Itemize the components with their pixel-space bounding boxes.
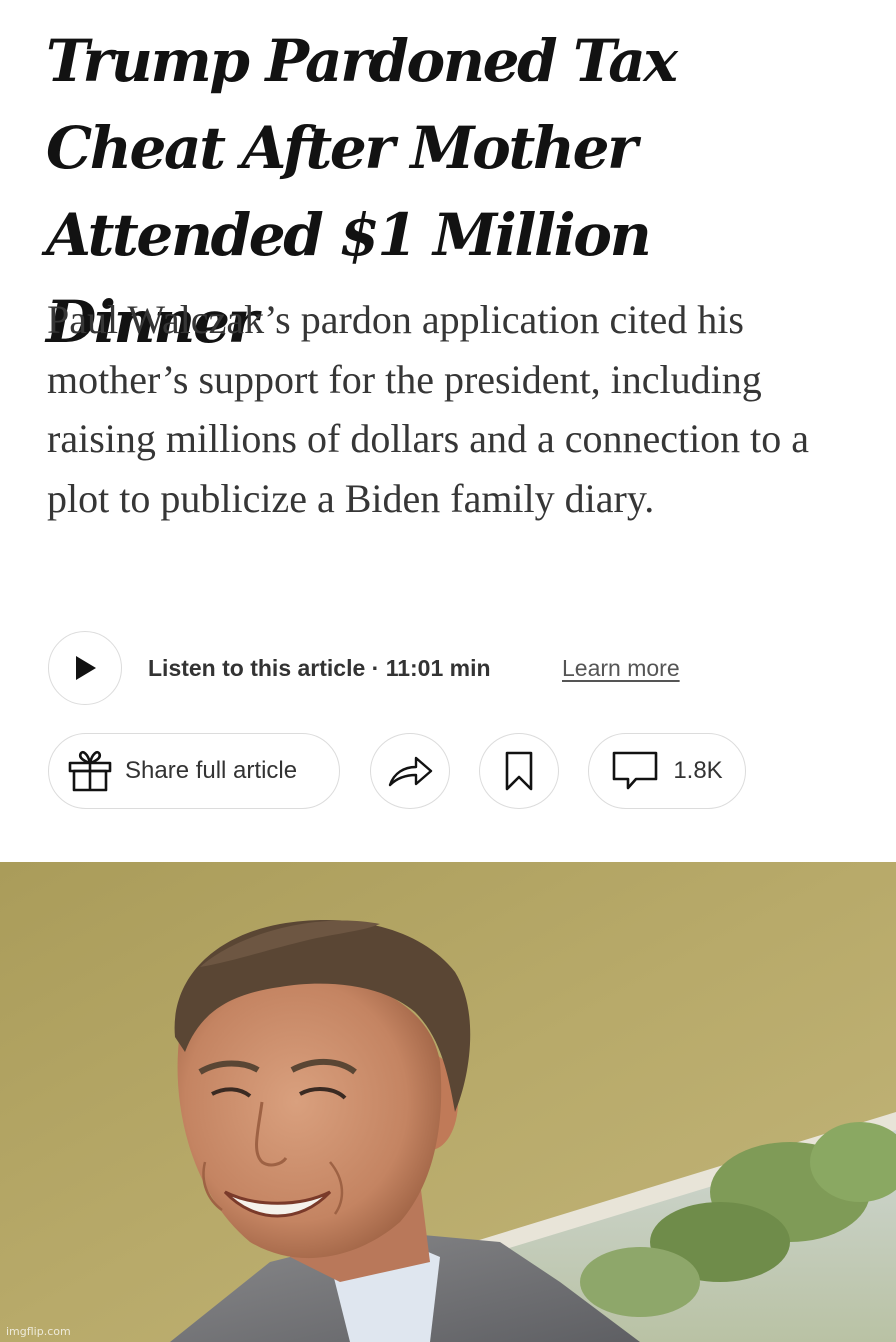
gift-icon xyxy=(68,750,112,792)
bookmark-icon xyxy=(505,751,533,791)
share-full-article-button[interactable]: Share full article xyxy=(48,733,340,809)
article-photo: imgflip.com xyxy=(0,862,896,1342)
comment-icon xyxy=(613,751,658,790)
comments-button[interactable]: 1.8K xyxy=(588,733,746,809)
listen-label: Listen to this article · 11:01 min xyxy=(148,655,491,681)
watermark: imgflip.com xyxy=(6,1325,71,1338)
share-arrow-icon xyxy=(388,756,433,787)
save-button[interactable] xyxy=(479,733,559,809)
share-button[interactable] xyxy=(370,733,450,809)
play-icon xyxy=(76,656,96,680)
learn-more-link[interactable]: Learn more xyxy=(562,655,680,682)
play-button[interactable] xyxy=(48,631,122,705)
comment-count: 1.8K xyxy=(673,757,723,784)
share-full-article-label: Share full article xyxy=(125,757,298,784)
article-summary: Paul Walczak’s pardon application cited … xyxy=(47,297,810,521)
portrait-photo xyxy=(0,862,896,1342)
